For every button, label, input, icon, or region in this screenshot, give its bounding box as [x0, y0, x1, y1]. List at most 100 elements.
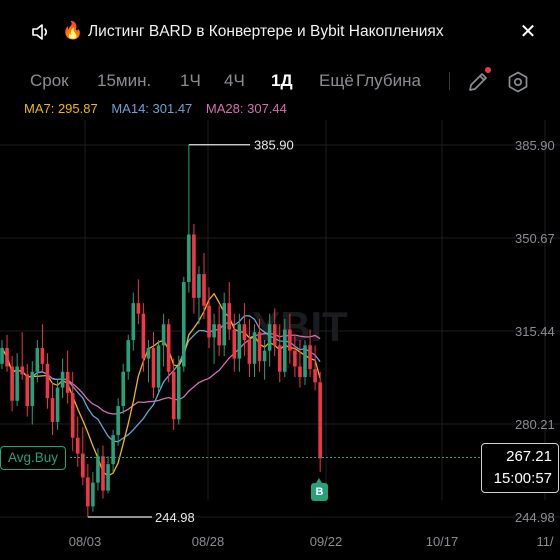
tab-4h[interactable]: 4Ч: [224, 66, 245, 96]
candle-body: [232, 329, 237, 359]
candle-body: [75, 437, 80, 454]
tab-depth[interactable]: Глубина: [356, 66, 421, 96]
buy-marker[interactable]: B: [311, 478, 328, 501]
candle-body: [96, 456, 100, 483]
low-label: 244.98: [155, 510, 195, 525]
candle-body: [298, 366, 302, 378]
candle-body: [101, 456, 105, 491]
candle-body: [111, 435, 115, 465]
candle-body: [65, 371, 70, 393]
candle-body: [257, 332, 262, 362]
y-tick-label: 315.44: [515, 324, 555, 339]
candle-body: [15, 366, 19, 401]
x-tick-label: 11/: [536, 534, 553, 549]
candle-body: [20, 366, 24, 375]
candle-body: [141, 313, 146, 359]
candle-body: [318, 382, 322, 459]
candle-body: [136, 303, 141, 314]
candle-body: [262, 350, 267, 362]
candle-body: [252, 332, 257, 364]
candle-body: [197, 274, 201, 298]
candle-body: [151, 348, 156, 388]
notification-dot: [485, 67, 491, 73]
ma14-label: MA14: 301.47: [111, 101, 193, 116]
x-tick-label: 08/28: [192, 534, 225, 549]
candle-body: [25, 374, 30, 407]
candle-body: [303, 345, 307, 378]
candle-body: [121, 371, 125, 407]
tab-term[interactable]: Срок: [30, 66, 69, 96]
candle-body: [35, 348, 40, 372]
candle-body: [10, 366, 14, 401]
x-tick-label: 10/17: [426, 534, 459, 549]
candle-body: [182, 282, 186, 367]
candle-body: [212, 324, 216, 338]
candle-body: [277, 345, 282, 372]
candle-body: [187, 234, 191, 283]
candle-body: [55, 387, 60, 422]
x-tick-label: 09/22: [310, 534, 343, 549]
candle-body: [166, 324, 171, 372]
candle-body: [146, 348, 151, 359]
candle-body: [222, 303, 226, 346]
ma7-label: MA7: 295.87: [24, 101, 98, 116]
close-icon[interactable]: ✕: [518, 21, 538, 43]
announcement-text[interactable]: Листинг BARD в Конвертере и Bybit Накопл…: [88, 21, 444, 43]
candle-body: [5, 348, 9, 367]
candle-body: [70, 392, 75, 438]
candle-body: [176, 366, 181, 420]
candle-body: [45, 363, 50, 399]
speaker-icon: [32, 24, 48, 40]
candle-body: [30, 371, 35, 407]
candle-body: [192, 234, 196, 298]
candle-body: [156, 345, 161, 388]
candle-body: [227, 303, 232, 330]
candle-body: [283, 329, 287, 372]
tab-more[interactable]: Ещё: [319, 66, 354, 96]
candle-body: [267, 324, 272, 351]
candle-body: [50, 398, 55, 422]
candle-body: [171, 371, 176, 420]
tab-1h[interactable]: 1Ч: [180, 66, 201, 96]
candle-body: [0, 348, 4, 364]
candle-body: [40, 348, 45, 364]
tabs-divider: [449, 72, 450, 90]
high-label: 385.90: [254, 138, 294, 153]
ma-legend: MA7: 295.87 MA14: 301.47 MA28: 307.44: [24, 100, 297, 118]
avg-buy-tag[interactable]: Avg.Buy: [0, 446, 67, 470]
pencil-icon[interactable]: [466, 70, 490, 94]
x-axis: 08/03 08/28 09/22 10/17 11/: [69, 534, 554, 549]
candle-body: [131, 303, 136, 341]
settings-icon[interactable]: [506, 70, 530, 94]
x-tick-label: 08/03: [69, 534, 102, 549]
candle-body: [293, 350, 297, 367]
candle-body: [91, 482, 95, 507]
candle-body: [272, 324, 277, 346]
candle-body: [116, 406, 120, 436]
tab-15min[interactable]: 15мин.: [97, 66, 151, 96]
ma28-label: MA28: 307.44: [205, 101, 287, 116]
fire-icon: 🔥: [62, 21, 84, 40]
candle-body: [217, 324, 221, 346]
current-price-box: 267.21 15:00:57: [481, 443, 559, 493]
tab-1d[interactable]: 1Д: [271, 66, 293, 96]
candle-body: [86, 477, 90, 507]
candle-body: [202, 274, 206, 306]
candle-body: [161, 324, 166, 346]
candle-body: [242, 324, 247, 341]
candle-body: [288, 329, 292, 351]
y-tick-label: 385.90: [515, 138, 555, 153]
current-price: 267.21: [506, 448, 552, 465]
announcement-banner[interactable]: 🔥 Листинг BARD в Конвертере и Bybit Нако…: [0, 0, 560, 62]
y-tick-label: 244.98: [515, 510, 555, 525]
y-tick-label: 350.67: [515, 231, 555, 246]
y-tick-label: 280.21: [515, 417, 555, 432]
candle-body: [60, 371, 65, 388]
candle-body: [308, 345, 312, 370]
candlestick-chart[interactable]: YBIT 385.90350.67315.44280.21244.98 08/0…: [0, 120, 560, 560]
candle-body: [237, 324, 242, 359]
candle-body: [126, 340, 131, 372]
candle-body: [313, 369, 317, 383]
candle-body: [207, 305, 211, 338]
candle-body: [106, 464, 110, 491]
